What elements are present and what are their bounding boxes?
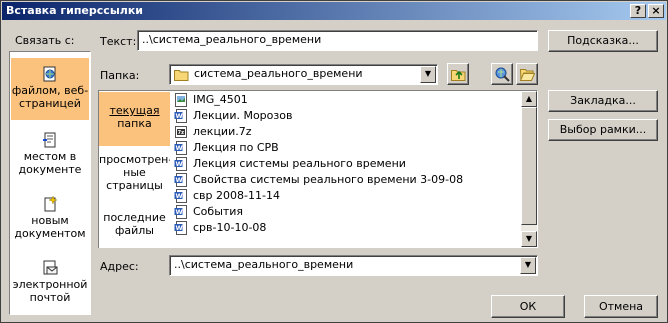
window-title: Вставка гиперссылки (6, 4, 143, 17)
file-name: срв-10-10-08 (193, 221, 267, 234)
look-in-combo[interactable]: система_реального_времени ▼ (169, 64, 438, 85)
ok-button[interactable]: ОК (491, 295, 565, 318)
chevron-up-icon: ▲ (525, 94, 533, 103)
link-to-new-doc-line1: новым (31, 214, 69, 227)
word-document-icon: W (174, 109, 187, 123)
chevron-down-icon[interactable]: ▼ (520, 257, 536, 274)
link-to-email-line2: почтой (29, 291, 71, 304)
word-document-icon: W (174, 141, 187, 155)
bookmark-button[interactable]: Закладка... (548, 90, 658, 112)
link-to-email-line1: электронной (12, 278, 88, 291)
image-file-icon (175, 93, 187, 107)
browse-web-icon (495, 67, 510, 82)
svg-text:7z: 7z (178, 130, 184, 136)
target-frame-button[interactable]: Выбор рамки... (548, 119, 658, 141)
up-folder-icon (451, 70, 466, 81)
address-combo[interactable]: ..\система_реального_времени ▼ (169, 255, 538, 276)
link-to-email[interactable]: электронной почтой (11, 254, 89, 310)
up-one-folder-button[interactable] (447, 63, 469, 85)
look-in-label: Папка: (100, 69, 140, 82)
current-folder-line1: текущая (109, 104, 160, 117)
chevron-down-icon[interactable]: ▼ (420, 66, 436, 83)
open-folder-icon (520, 69, 535, 81)
link-to-file-or-web-page[interactable]: файлом, веб- страницей (11, 58, 89, 120)
file-name: свр 2008-11-14 (193, 189, 280, 202)
word-document-icon: W (174, 157, 187, 171)
svg-text:W: W (176, 144, 183, 152)
look-in-value: система_реального_времени (194, 67, 363, 80)
file-name: IMG_4501 (193, 93, 248, 106)
current-folder-line2: папка (117, 117, 152, 130)
file-name: Свойства системы реального времени 3-09-… (193, 173, 464, 186)
screentip-button[interactable]: Подсказка... (548, 30, 658, 52)
title-bar[interactable]: Вставка гиперссылки ? × (2, 2, 666, 20)
cancel-button[interactable]: Отмена (584, 295, 658, 318)
browse-file-button[interactable] (516, 63, 538, 85)
word-document-icon: W (174, 173, 187, 187)
file-name: Лекции. Морозов (193, 109, 293, 122)
link-to-file-line1: файлом, веб- (11, 84, 89, 97)
link-to-file-line2: страницей (19, 97, 81, 110)
web-page-icon (43, 66, 56, 82)
scroll-down-button[interactable]: ▼ (521, 231, 537, 247)
address-value: ..\система_реального_времени (174, 258, 354, 271)
text-to-display-label: Текст: (100, 35, 137, 48)
recent-files-line1: последние (103, 211, 166, 224)
file-name: События (193, 205, 244, 218)
places-bar: текущая папка просмотрен- ные страницы п… (98, 90, 173, 248)
text-to-display-input[interactable]: ..\система_реального_времени (137, 30, 538, 51)
svg-text:W: W (176, 208, 183, 216)
browsed-pages-line3: страницы (106, 179, 163, 192)
chevron-down-icon: ▼ (525, 234, 533, 243)
svg-text:W: W (176, 224, 183, 232)
link-to-new-document[interactable]: новым документом (11, 190, 89, 246)
place-in-document-icon (43, 132, 56, 148)
insert-hyperlink-dialog: Вставка гиперссылки ? × Связать с: файло… (0, 0, 668, 323)
word-document-icon: W (174, 221, 187, 235)
archive-file-icon: 7z (175, 126, 187, 138)
file-list-scrollbar[interactable]: ▲ ▼ (521, 91, 537, 247)
scroll-up-button[interactable]: ▲ (521, 91, 537, 107)
browsed-pages-line2: ные (123, 166, 146, 179)
word-document-icon: W (174, 205, 187, 219)
link-to-label: Связать с: (15, 34, 75, 47)
file-name: Лекция системы реального времени (193, 157, 406, 170)
link-to-place-line2: документе (18, 163, 82, 176)
svg-text:W: W (176, 112, 183, 120)
places-current-folder[interactable]: текущая папка (99, 92, 170, 146)
link-to-new-doc-line2: документом (14, 227, 86, 240)
address-label: Адрес: (100, 260, 139, 273)
email-icon (43, 260, 58, 275)
file-name: Лекция по СРВ (193, 141, 279, 154)
browsed-pages-line1: просмотрен- (99, 153, 173, 166)
close-button[interactable]: × (648, 4, 664, 18)
folder-icon (174, 70, 189, 81)
svg-text:W: W (176, 192, 183, 200)
scroll-thumb[interactable] (521, 107, 537, 225)
link-to-bar: файлом, веб- страницей местом в документ… (9, 51, 91, 315)
svg-text:W: W (176, 176, 183, 184)
file-name: лекции.7z (193, 125, 252, 138)
link-to-place-in-document[interactable]: местом в документе (11, 126, 89, 182)
svg-text:W: W (176, 160, 183, 168)
word-document-icon: W (174, 189, 187, 203)
help-button[interactable]: ? (630, 4, 646, 18)
file-list[interactable]: IMG_4501 W Лекции. Морозов 7z лекции.7z … (170, 90, 538, 248)
places-recent-files[interactable]: последние файлы (99, 211, 170, 241)
link-to-place-line1: местом в (23, 150, 77, 163)
places-browsed-pages[interactable]: просмотрен- ные страницы (99, 153, 173, 197)
recent-files-line2: файлы (114, 224, 154, 237)
new-document-icon (44, 196, 58, 212)
browse-web-button[interactable] (491, 63, 513, 85)
